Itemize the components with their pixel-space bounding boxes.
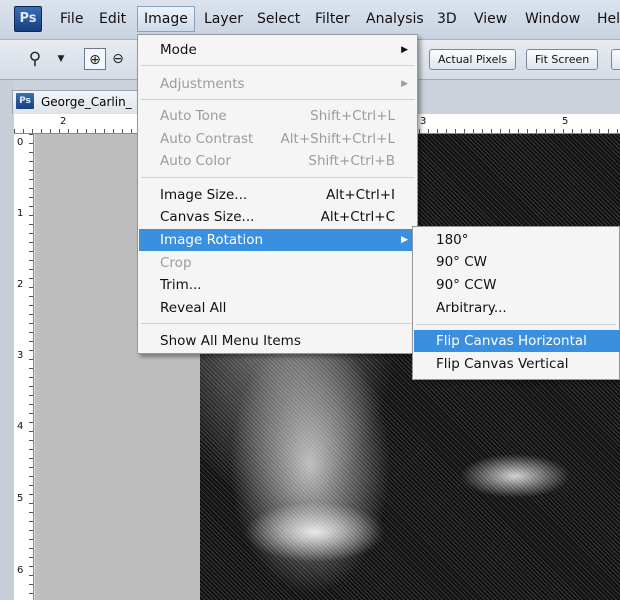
menu-item-label: Image Size... [160,187,248,203]
menu-separator [141,99,415,100]
menu-separator [141,177,415,178]
menu-separator [141,323,415,324]
menu-item-label: Adjustments [160,76,245,92]
menu-layer[interactable]: Layer [204,11,243,27]
ruler-label: 4 [17,421,24,432]
ruler-label: 5 [562,116,569,127]
menu-separator [141,65,415,66]
submenu-item-90-ccw[interactable]: 90° CCW [414,274,620,296]
menu-item-show-all[interactable]: Show All Menu Items [139,330,417,352]
psd-file-icon: Ps [16,93,34,109]
menu-item-label: Show All Menu Items [160,333,301,349]
tool-preset-dropdown-icon[interactable]: ▼ [50,48,72,70]
menu-item-label: Crop [160,255,192,271]
menu-edit[interactable]: Edit [99,11,126,27]
submenu-arrow-icon: ▶ [401,235,408,245]
ruler-label: 2 [17,279,24,290]
ruler-label: 3 [420,116,427,127]
actual-pixels-button[interactable]: Actual Pixels [429,49,517,70]
menu-item-label: Canvas Size... [160,209,255,225]
menu-item-mode[interactable]: Mode ▶ [139,39,417,61]
menu-shortcut: Shift+Ctrl+L [310,108,395,124]
menu-item-label: Mode [160,42,197,58]
menu-shortcut: Alt+Ctrl+I [326,187,395,203]
fill-screen-button[interactable] [611,49,620,70]
menu-item-label: Reveal All [160,300,227,316]
submenu-arrow-icon: ▶ [401,79,408,89]
menu-image[interactable]: Image [137,6,195,32]
menu-help[interactable]: Hel [597,11,620,27]
menu-item-trim[interactable]: Trim... [139,274,417,296]
photoshop-logo: Ps [14,6,42,32]
submenu-arrow-icon: ▶ [401,45,408,55]
fit-screen-button[interactable]: Fit Screen [526,49,599,70]
ruler-label: 3 [17,350,24,361]
menu-3d[interactable]: 3D [437,11,457,27]
menu-item-label: Auto Contrast [160,131,254,147]
menu-item-adjustments: Adjustments ▶ [139,73,417,95]
menu-item-reveal-all[interactable]: Reveal All [139,297,417,319]
submenu-item-arbitrary[interactable]: Arbitrary... [414,297,620,319]
zoom-in-icon[interactable]: ⊕ [84,48,106,70]
menu-item-label: Auto Color [160,153,231,169]
menu-shortcut: Alt+Shift+Ctrl+L [280,131,395,147]
menu-shortcut: Shift+Ctrl+B [308,153,395,169]
menu-analysis[interactable]: Analysis [366,11,424,27]
submenu-item-180[interactable]: 180° [414,229,620,251]
menu-file[interactable]: File [60,11,83,27]
vertical-ruler[interactable] [14,134,34,600]
menu-item-label: Image Rotation [160,232,264,248]
menu-item-auto-tone: Auto Tone Shift+Ctrl+L [139,105,417,127]
menu-item-auto-contrast: Auto Contrast Alt+Shift+Ctrl+L [139,128,417,150]
submenu-item-flip-vertical[interactable]: Flip Canvas Vertical [414,353,620,375]
menu-window[interactable]: Window [525,11,580,27]
ruler-label: 6 [17,565,24,576]
zoom-out-icon[interactable]: ⊖ [107,48,129,70]
menu-item-image-rotation[interactable]: Image Rotation ▶ [139,229,417,251]
image-menu-dropdown: Mode ▶ Adjustments ▶ Auto Tone Shift+Ctr… [137,34,418,354]
menu-item-crop: Crop [139,252,417,274]
menu-item-image-size[interactable]: Image Size... Alt+Ctrl+I [139,184,417,206]
ruler-label: 5 [17,493,24,504]
menu-separator [416,324,616,325]
menu-filter[interactable]: Filter [315,11,350,27]
menu-view[interactable]: View [474,11,507,27]
ruler-label: 1 [17,208,24,219]
submenu-item-90-cw[interactable]: 90° CW [414,251,620,273]
menu-select[interactable]: Select [257,11,300,27]
menu-item-label: Trim... [160,277,202,293]
zoom-tool-icon[interactable]: ⚲ [24,48,46,70]
menu-shortcut: Alt+Ctrl+C [320,209,395,225]
menu-item-canvas-size[interactable]: Canvas Size... Alt+Ctrl+C [139,206,417,228]
image-rotation-submenu: 180° 90° CW 90° CCW Arbitrary... Flip Ca… [412,226,620,380]
ruler-label: 2 [60,116,67,127]
menu-item-auto-color: Auto Color Shift+Ctrl+B [139,150,417,172]
panel-edge [0,80,14,600]
ruler-label: 0 [17,137,24,148]
menu-item-label: Auto Tone [160,108,227,124]
submenu-item-flip-horizontal[interactable]: Flip Canvas Horizontal [414,330,620,352]
